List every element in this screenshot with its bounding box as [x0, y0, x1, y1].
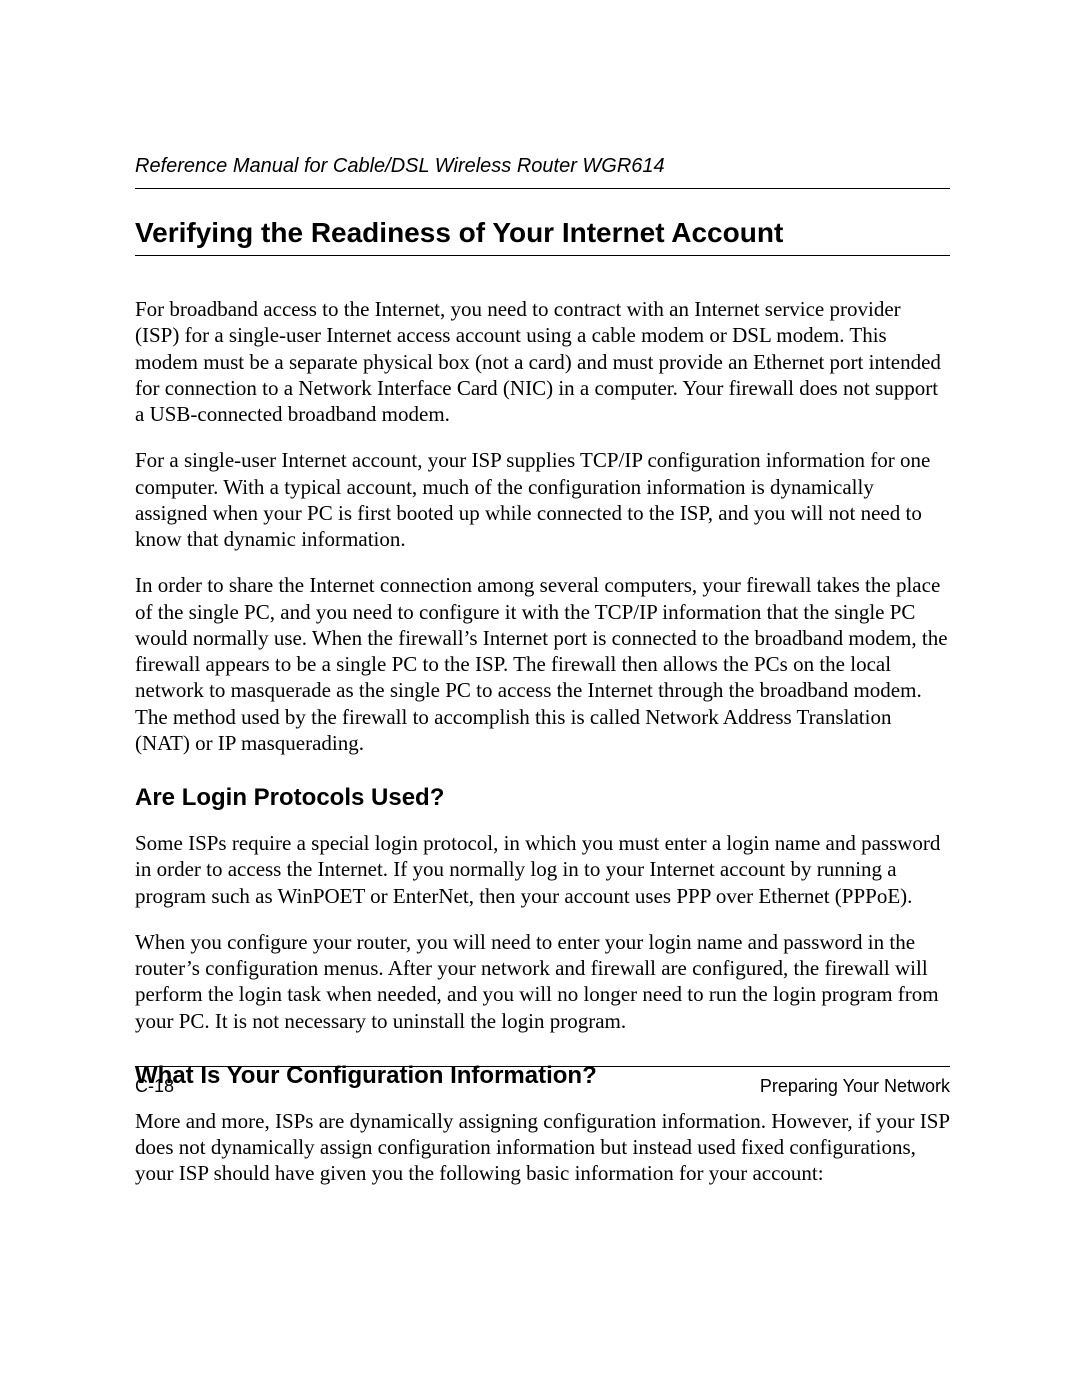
body-paragraph: For broadband access to the Internet, yo… — [135, 296, 950, 427]
document-page: Reference Manual for Cable/DSL Wireless … — [0, 0, 1080, 1397]
body-paragraph: When you configure your router, you will… — [135, 929, 950, 1034]
subsection-heading: Are Login Protocols Used? — [135, 784, 950, 812]
page-number: C-18 — [135, 1076, 174, 1097]
footer-section-label: Preparing Your Network — [760, 1076, 950, 1097]
running-header: Reference Manual for Cable/DSL Wireless … — [135, 155, 950, 189]
body-paragraph: For a single-user Internet account, your… — [135, 447, 950, 552]
body-paragraph: Some ISPs require a special login protoc… — [135, 830, 950, 909]
spacer — [135, 262, 950, 296]
footer-rule — [135, 1066, 950, 1067]
section-heading: Verifying the Readiness of Your Internet… — [135, 217, 950, 256]
body-paragraph: In order to share the Internet connectio… — [135, 572, 950, 756]
page-footer: C-18 Preparing Your Network — [135, 1076, 950, 1097]
body-paragraph: More and more, ISPs are dynamically assi… — [135, 1108, 950, 1187]
